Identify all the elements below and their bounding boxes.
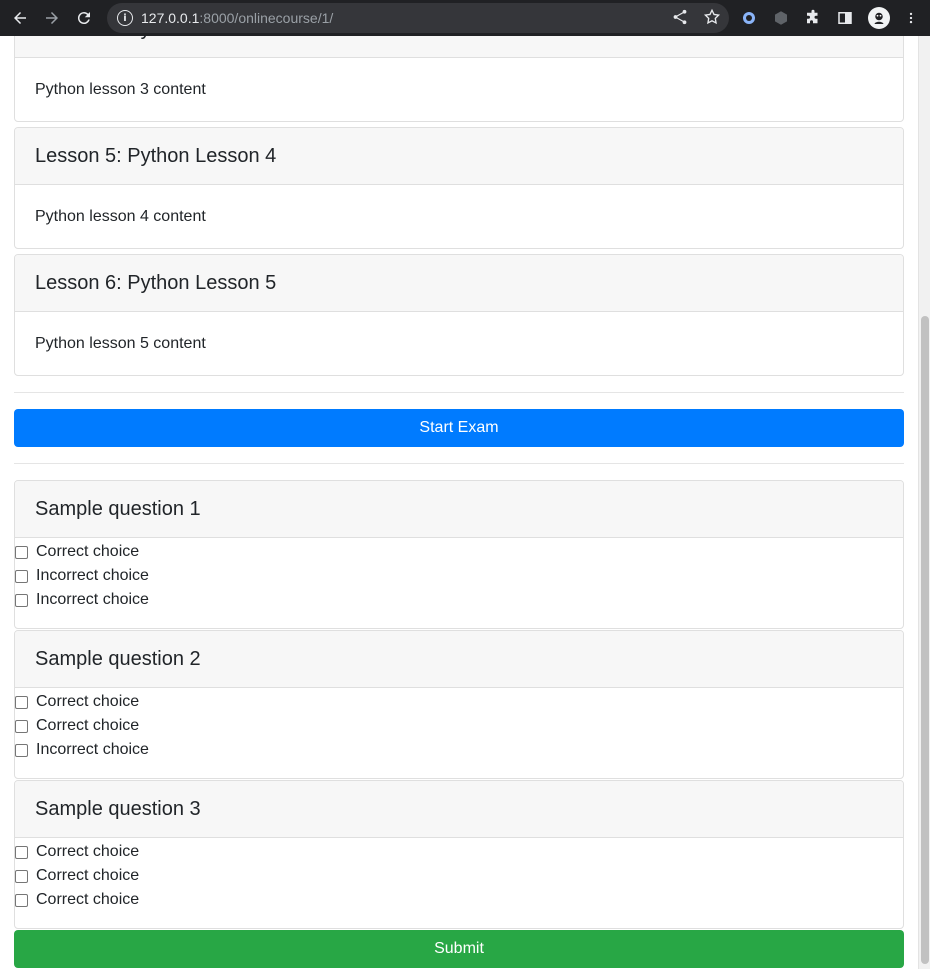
lesson-title: Lesson 4: Python Lesson 3 <box>15 36 903 58</box>
choice-label: Correct choice <box>36 843 140 860</box>
browser-toolbar: i 127.0.0.1:8000/onlinecourse/1/ <box>0 0 930 36</box>
lesson-content: Python lesson 5 content <box>35 334 206 352</box>
choice-checkbox[interactable] <box>15 695 28 709</box>
arrow-left-icon <box>14 12 26 24</box>
choice-checkbox[interactable] <box>15 845 28 859</box>
lesson-title: Lesson 5: Python Lesson 4 <box>15 128 903 185</box>
choice-checkbox[interactable] <box>15 869 28 883</box>
scrollbar-thumb[interactable] <box>921 316 929 964</box>
choice-checkbox[interactable] <box>15 593 28 607</box>
choice-label: Correct choice <box>36 867 140 884</box>
choice-label: Incorrect choice <box>36 741 149 758</box>
share-icon[interactable] <box>671 8 689 26</box>
choice-label: Correct choice <box>36 891 140 908</box>
choice-label: Incorrect choice <box>36 591 149 608</box>
lesson-card: Lesson 5: Python Lesson 4 Python lesson … <box>14 127 904 249</box>
start-exam-button[interactable]: Start Exam <box>14 409 904 447</box>
side-panel-icon[interactable] <box>836 9 854 27</box>
reload-button[interactable] <box>68 0 100 36</box>
page-scrollbar[interactable] <box>918 36 930 969</box>
choice-checkbox[interactable] <box>15 893 28 907</box>
question-card: Sample question 2 Correct choice Correct… <box>14 630 904 779</box>
question-title: Sample question 1 <box>15 481 903 538</box>
question-title: Sample question 2 <box>15 631 903 688</box>
arrow-right-icon <box>46 12 58 24</box>
choice-checkbox[interactable] <box>15 569 28 583</box>
page-viewport: Lesson 4: Python Lesson 3 Python lesson … <box>0 36 918 969</box>
reload-icon <box>77 12 90 25</box>
question-card: Sample question 1 Correct choice Incorre… <box>14 480 904 629</box>
choice-item[interactable]: Correct choice <box>15 864 903 888</box>
choice-item[interactable]: Correct choice <box>15 690 903 714</box>
choice-item[interactable]: Incorrect choice <box>15 738 903 762</box>
submit-button[interactable]: Submit <box>14 930 904 968</box>
divider <box>14 463 904 464</box>
choice-list: Correct choice Correct choice Incorrect … <box>15 688 903 778</box>
lesson-card: Lesson 6: Python Lesson 5 Python lesson … <box>14 254 904 376</box>
omnibox-actions <box>671 8 721 26</box>
choice-list: Correct choice Incorrect choice Incorrec… <box>15 538 903 628</box>
choice-item[interactable]: Incorrect choice <box>15 588 903 612</box>
choice-item[interactable]: Correct choice <box>15 714 903 738</box>
url-host: 127.0.0.1 <box>141 10 200 26</box>
extension-cube-icon[interactable] <box>772 9 790 27</box>
back-button[interactable] <box>4 0 36 36</box>
extensions-puzzle-icon[interactable] <box>804 9 822 27</box>
extensions-area <box>740 0 918 36</box>
choice-label: Correct choice <box>36 543 140 560</box>
profile-avatar-icon[interactable] <box>868 7 890 29</box>
question-card: Sample question 3 Correct choice Correct… <box>14 780 904 929</box>
divider <box>14 392 904 393</box>
choice-item[interactable]: Correct choice <box>15 840 903 864</box>
choice-item[interactable]: Correct choice <box>15 540 903 564</box>
lesson-content: Python lesson 3 content <box>35 80 206 98</box>
lesson-title: Lesson 6: Python Lesson 5 <box>15 255 903 312</box>
choice-checkbox[interactable] <box>15 545 28 559</box>
forward-button[interactable] <box>36 0 68 36</box>
choice-item[interactable]: Incorrect choice <box>15 564 903 588</box>
address-bar[interactable]: i 127.0.0.1:8000/onlinecourse/1/ <box>107 3 729 33</box>
question-title: Sample question 3 <box>15 781 903 838</box>
choice-label: Incorrect choice <box>36 567 149 584</box>
choice-item[interactable]: Correct choice <box>15 888 903 912</box>
lesson-content: Python lesson 4 content <box>35 207 206 225</box>
course-content: Lesson 4: Python Lesson 3 Python lesson … <box>14 36 904 968</box>
extension-globe-icon[interactable] <box>740 9 758 27</box>
url-path: :8000/onlinecourse/1/ <box>199 10 334 26</box>
choice-checkbox[interactable] <box>15 743 28 757</box>
lesson-card: Lesson 4: Python Lesson 3 Python lesson … <box>14 36 904 122</box>
bookmark-star-icon[interactable] <box>703 8 721 26</box>
choice-label: Correct choice <box>36 717 140 734</box>
choice-list: Correct choice Correct choice Correct ch… <box>15 838 903 928</box>
choice-label: Correct choice <box>36 693 140 710</box>
menu-kebab-icon[interactable] <box>904 9 918 27</box>
site-info-icon[interactable]: i <box>117 10 133 26</box>
choice-checkbox[interactable] <box>15 719 28 733</box>
